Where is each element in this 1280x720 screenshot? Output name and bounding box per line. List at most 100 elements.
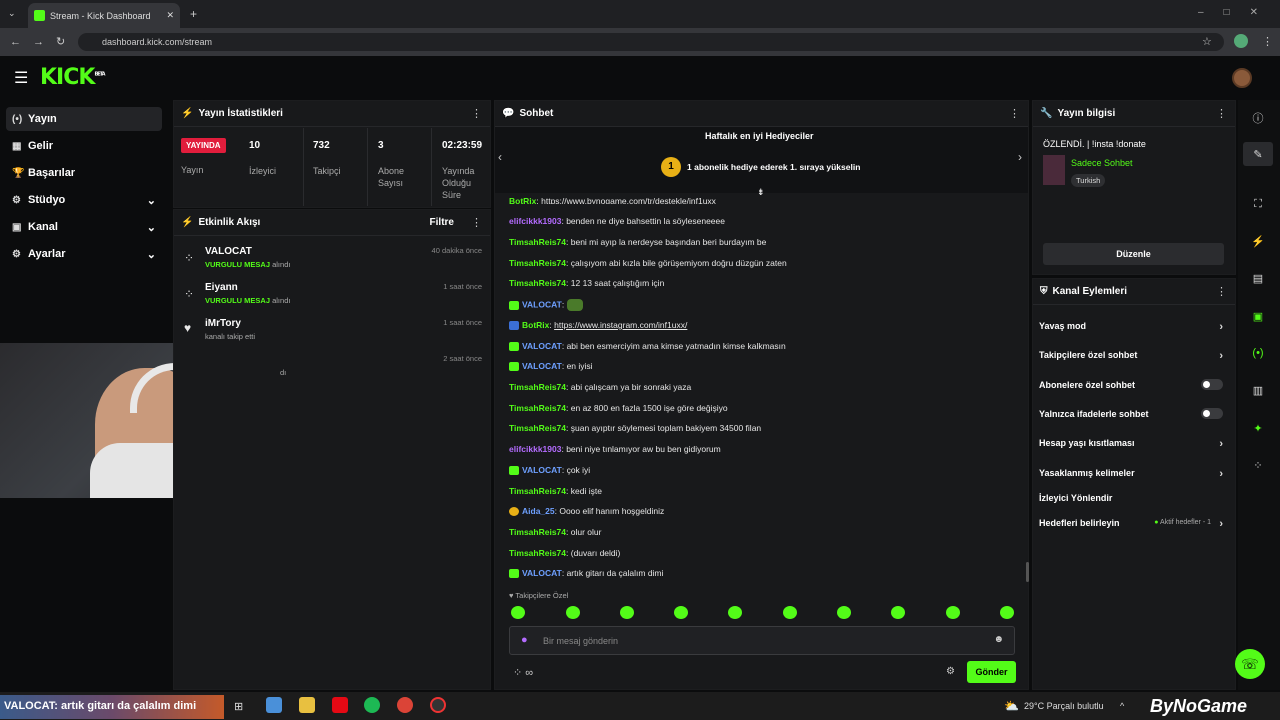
- emote-icon[interactable]: [891, 606, 905, 619]
- chevron-down-icon: ⌄: [146, 194, 156, 207]
- chat-scrollbar[interactable]: [1026, 562, 1029, 582]
- nav-item-kanal[interactable]: ▣ Kanal ⌄: [6, 215, 162, 239]
- nav-item-basarilar[interactable]: 🏆 Başarılar: [6, 161, 162, 185]
- panel-title: Sohbet: [519, 108, 554, 119]
- panel-title: Etkinlik Akışı: [198, 217, 261, 228]
- lightning-icon[interactable]: ⚡: [1243, 229, 1273, 253]
- action-subscribers-only[interactable]: Abonelere özel sohbet: [1039, 379, 1227, 390]
- user-avatar[interactable]: [1232, 68, 1252, 88]
- stat-viewers: 10 İzleyici: [241, 128, 304, 206]
- window-controls[interactable]: –□✕: [1198, 7, 1278, 18]
- chat-settings-icon[interactable]: ⚙: [946, 666, 955, 677]
- store-icon[interactable]: [266, 697, 282, 713]
- more-options-icon[interactable]: ⋮: [1216, 107, 1227, 120]
- emote-icon[interactable]: [511, 606, 525, 619]
- nav-item-ayarlar[interactable]: ⚙ Ayarlar ⌄: [6, 242, 162, 266]
- spotify-icon[interactable]: [364, 697, 380, 713]
- microphone-icon[interactable]: ●: [521, 634, 528, 646]
- nav-item-studyo[interactable]: ⚙ Stüdyo ⌄: [6, 188, 162, 212]
- netflix-icon[interactable]: [332, 697, 348, 713]
- action-slow-mode[interactable]: Yavaş mod ›: [1039, 321, 1227, 333]
- chat-icon: 💬: [502, 108, 515, 119]
- filter-button[interactable]: Filtre: [430, 217, 454, 228]
- action-goals[interactable]: Hedefleri belirleyin ● Aktif hedefler - 1…: [1039, 518, 1227, 530]
- layout-icon[interactable]: ▥: [1243, 378, 1273, 402]
- activity-icon: ⚡: [181, 217, 194, 228]
- chevron-right-icon: ›: [1219, 321, 1223, 333]
- chat-link[interactable]: https://www.instagram.com/inf1uxx/: [554, 320, 687, 330]
- broadcast-icon[interactable]: (•): [1243, 341, 1273, 365]
- channel-points-icon[interactable]: ⁘ ∞: [513, 666, 533, 679]
- info-icon[interactable]: ⓘ: [1243, 106, 1273, 130]
- emote-icon[interactable]: [566, 606, 580, 619]
- chat-message: TimsahReis74: abi çalışcam ya bir sonrak…: [509, 382, 692, 392]
- more-options-icon[interactable]: ⋮: [1009, 107, 1020, 120]
- emote-icon[interactable]: [946, 606, 960, 619]
- toggle-switch[interactable]: [1201, 379, 1223, 390]
- nav-item-yayin[interactable]: (•) Yayın: [6, 107, 162, 131]
- chrome-icon[interactable]: [397, 697, 413, 713]
- emote-icon[interactable]: [728, 606, 742, 619]
- subscriber-badge-icon: [509, 342, 519, 352]
- chat-message: TimsahReis74: (duvarı deldi): [509, 548, 621, 558]
- edit-icon[interactable]: ✎: [1243, 142, 1273, 166]
- chat-bubble-icon[interactable]: ▣: [1243, 304, 1273, 328]
- close-tab-icon[interactable]: ✕: [166, 10, 174, 21]
- task-view-icon[interactable]: ⊞: [234, 700, 243, 713]
- kick-logo[interactable]: KICKBETA: [40, 65, 106, 90]
- more-options-icon[interactable]: ⋮: [1216, 285, 1227, 298]
- nav-item-gelir[interactable]: ▦ Gelir: [6, 134, 162, 158]
- chat-message: VALOCAT: artık gitarı da çalalım dimi: [509, 568, 663, 579]
- emote-icon[interactable]: [620, 606, 634, 619]
- activity-item: ⁘ VALOCAT VURGULU MESAJ alındı 40 dakika ön…: [184, 246, 482, 269]
- nav-buttons[interactable]: ←→↻: [10, 35, 77, 48]
- bookmark-star-icon[interactable]: ☆: [1202, 35, 1212, 48]
- more-options-icon[interactable]: ⋮: [471, 107, 482, 120]
- action-raid[interactable]: İzleyici Yönlendir: [1039, 493, 1227, 503]
- action-followers-only[interactable]: Takipçilere özel sohbet ›: [1039, 350, 1227, 362]
- settings-icon: ⚙: [12, 248, 21, 260]
- emote-icon[interactable]: [783, 606, 797, 619]
- category-link[interactable]: Sadece Sohbet: [1071, 158, 1133, 168]
- edit-button[interactable]: Düzenle: [1043, 243, 1224, 265]
- explorer-icon[interactable]: [299, 697, 315, 713]
- chevron-right-icon: ›: [1219, 468, 1223, 480]
- points-icon[interactable]: ⁘: [1243, 453, 1273, 477]
- browser-menu-icon[interactable]: ⋮: [1262, 35, 1273, 48]
- send-button[interactable]: Gönder: [967, 661, 1016, 683]
- chat-input-box[interactable]: ● Bir mesaj gönderin ☻: [509, 626, 1015, 655]
- toggle-switch[interactable]: [1201, 408, 1223, 419]
- more-options-icon[interactable]: ⋮: [471, 216, 482, 229]
- chat-message: TimsahReis74: şuan ayıptır söylemesi top…: [509, 423, 762, 433]
- collapse-icon[interactable]: ⇟: [757, 187, 765, 198]
- panel-title: Yayın bilgisi: [1057, 108, 1116, 119]
- goals-status: ● Aktif hedefler - 1: [1154, 519, 1211, 526]
- tab-list-icon[interactable]: ⌄: [8, 8, 16, 19]
- chevron-right-icon[interactable]: ›: [1018, 150, 1022, 164]
- obs-icon[interactable]: [430, 697, 446, 713]
- emoji-icon[interactable]: ☻: [993, 634, 1004, 645]
- action-emotes-only[interactable]: Yalnızca ifadelerle sohbet: [1039, 408, 1227, 419]
- emote-icon[interactable]: [837, 606, 851, 619]
- highlight-icon: ⁘: [184, 287, 195, 301]
- tray-chevron-icon[interactable]: ^: [1120, 701, 1124, 711]
- chevron-left-icon[interactable]: ‹: [498, 150, 502, 164]
- action-banned-words[interactable]: Yasaklanmış kelimeler ›: [1039, 468, 1227, 480]
- url-field[interactable]: dashboard.kick.com/stream: [78, 33, 1224, 51]
- document-icon[interactable]: ▤: [1243, 266, 1273, 290]
- fullscreen-icon[interactable]: ⛶: [1243, 192, 1273, 216]
- hamburger-menu-icon[interactable]: ☰: [14, 68, 28, 88]
- profile-avatar[interactable]: [1234, 34, 1248, 48]
- gifters-title: Haftalık en iyi Hediyeciler: [705, 131, 814, 141]
- support-chat-icon[interactable]: ☏: [1235, 649, 1265, 679]
- emote-icon[interactable]: [674, 606, 688, 619]
- weather-text: 29°C Parçalı bulutlu: [1024, 701, 1104, 711]
- chevron-down-icon: ⌄: [146, 248, 156, 261]
- action-account-age[interactable]: Hesap yaşı kısıtlaması ›: [1039, 438, 1227, 450]
- shield-icon: ⛨: [1040, 286, 1048, 297]
- emote-icon[interactable]: [1000, 606, 1014, 619]
- wrench-icon[interactable]: ✦: [1243, 416, 1273, 440]
- kick-favicon-icon: [34, 10, 45, 21]
- new-tab-icon[interactable]: +: [190, 7, 197, 21]
- browser-tab[interactable]: Stream - Kick Dashboard ✕: [28, 3, 180, 28]
